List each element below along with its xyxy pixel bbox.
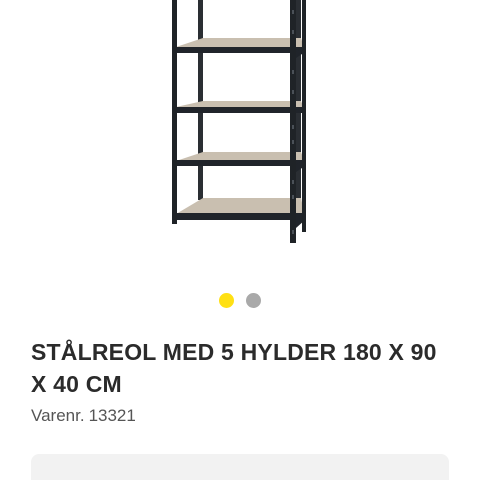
upright-side-right [302, 0, 306, 232]
shelf-beam-4 [174, 213, 305, 220]
upright-front-right [290, 0, 296, 243]
upright-front-left [172, 0, 177, 224]
sku-value: 13321 [88, 406, 136, 425]
product-page: STÅLREOL MED 5 HYLDER 180 X 90 X 40 CM V… [0, 0, 480, 480]
shelf-beam-3 [174, 160, 305, 166]
shelf-beam-1 [174, 47, 305, 53]
carousel-dot-1[interactable] [219, 293, 234, 308]
purchase-panel [31, 454, 449, 480]
upright-rear-left [198, 0, 203, 200]
carousel-pagination [0, 293, 480, 308]
sku-label: Varenr. [31, 406, 85, 425]
product-image-gallery[interactable] [0, 0, 480, 285]
carousel-dot-2[interactable] [246, 293, 261, 308]
steel-shelving-unit-image [172, 0, 306, 243]
shelf-beam-2 [174, 107, 305, 113]
product-title: STÅLREOL MED 5 HYLDER 180 X 90 X 40 CM [31, 339, 437, 397]
product-sku: Varenr. 13321 [31, 405, 136, 427]
